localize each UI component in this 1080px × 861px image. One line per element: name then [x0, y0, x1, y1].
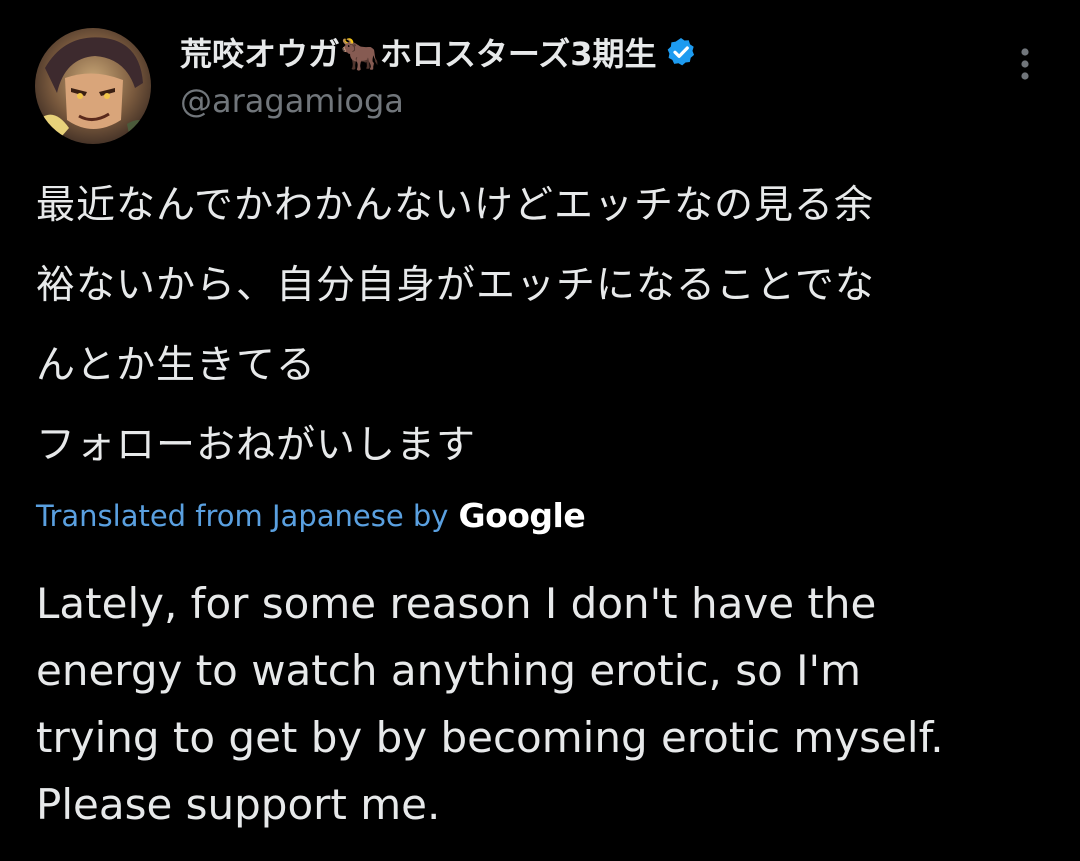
google-logo: Google — [458, 496, 586, 535]
translated-from-label[interactable]: Translated from Japanese by — [36, 499, 448, 533]
translation-attribution: Translated from Japanese by Google — [36, 496, 586, 535]
author-display-name[interactable]: 荒咬オウガ🐂ホロスターズ3期生 — [180, 29, 657, 75]
more-options-button[interactable] — [1010, 44, 1040, 84]
author-name-row[interactable]: 荒咬オウガ🐂ホロスターズ3期生 — [180, 30, 697, 74]
avatar[interactable] — [35, 28, 151, 144]
verified-badge-icon — [665, 36, 697, 68]
avatar-illustration — [35, 28, 151, 144]
post-text-translated: Lately, for some reason I don't have the… — [36, 579, 944, 829]
more-vertical-icon — [1021, 48, 1029, 80]
author-handle[interactable]: @aragamioga — [180, 82, 404, 120]
post-text-original: 最近なんでかわかんないけどエッチなの見る余 裕ないから、自分自身がエッチになるこ… — [36, 183, 875, 468]
tweet: 荒咬オウガ🐂ホロスターズ3期生 @aragamioga 最近なんでかわかんないけ… — [0, 0, 1080, 861]
